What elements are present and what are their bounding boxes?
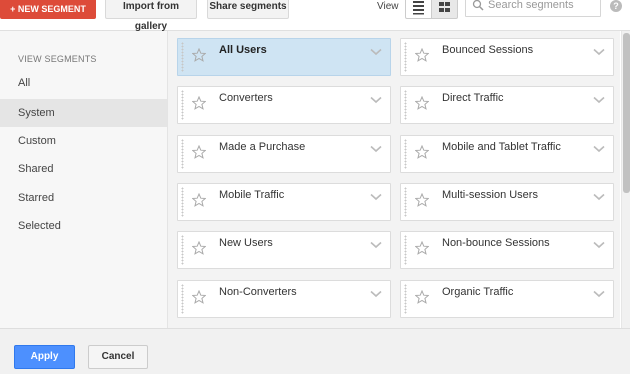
segment-label: Mobile and Tablet Traffic (442, 141, 561, 153)
segment-label: Non-Converters (219, 286, 297, 298)
import-from-gallery-button[interactable]: Import from gallery (105, 0, 197, 32)
share-segments-button[interactable]: Share segments (207, 0, 289, 19)
sidebar-item-starred[interactable]: Starred (0, 184, 167, 212)
help-icon[interactable]: ? (610, 0, 622, 12)
segment-label: Non-bounce Sessions (442, 237, 550, 249)
grid-view-toggle[interactable] (431, 0, 458, 19)
segment-label: Organic Traffic (442, 286, 514, 298)
scrollbar[interactable] (621, 31, 630, 328)
segment-card[interactable]: New Users (177, 231, 391, 269)
sidebar-item-all[interactable]: All (0, 69, 167, 97)
segment-card[interactable]: Direct Traffic (400, 86, 614, 124)
segment-card[interactable]: Organic Traffic (400, 280, 614, 318)
segment-card[interactable]: Bounced Sessions (400, 38, 614, 76)
segment-label: New Users (219, 237, 273, 249)
sidebar-item-system[interactable]: System (0, 99, 167, 127)
apply-button[interactable]: Apply (14, 345, 75, 369)
segment-card[interactable]: Made a Purchase (177, 135, 391, 173)
drag-handle-icon[interactable] (181, 187, 184, 217)
segment-label: Bounced Sessions (442, 44, 534, 56)
segment-label: Mobile Traffic (219, 189, 285, 201)
sidebar-item-custom[interactable]: Custom (0, 127, 167, 155)
segment-card[interactable]: Multi-session Users (400, 183, 614, 221)
segment-label: Converters (219, 92, 273, 104)
view-label: View (377, 1, 399, 12)
segment-card[interactable]: Converters (177, 86, 391, 124)
sidebar-item-selected[interactable]: Selected (0, 212, 167, 240)
list-view-icon (413, 1, 424, 15)
segment-card[interactable]: Non-Converters (177, 280, 391, 318)
search-input[interactable] (488, 0, 596, 13)
sidebar-item-shared[interactable]: Shared (0, 155, 167, 183)
segment-card[interactable]: All Users (177, 38, 391, 76)
segment-card[interactable]: Non-bounce Sessions (400, 231, 614, 269)
segment-grid: All Users Bounced Sessions Converters Direc… (168, 31, 620, 328)
drag-handle-icon[interactable] (404, 90, 407, 120)
new-segment-button[interactable]: + NEW SEGMENT (0, 0, 96, 19)
cancel-button[interactable]: Cancel (88, 345, 148, 369)
segment-label: Made a Purchase (219, 141, 306, 153)
drag-handle-icon[interactable] (181, 42, 184, 72)
footer: Apply Cancel (0, 328, 630, 374)
drag-handle-icon[interactable] (181, 139, 184, 169)
toolbar: + NEW SEGMENT Import from gallery Share … (0, 0, 630, 32)
sidebar-heading: VIEW SEGMENTS (18, 54, 97, 64)
drag-handle-icon[interactable] (181, 235, 184, 265)
search-icon (472, 0, 484, 11)
drag-handle-icon[interactable] (181, 90, 184, 120)
drag-handle-icon[interactable] (404, 139, 407, 169)
grid-view-icon (439, 2, 450, 12)
list-view-toggle[interactable] (405, 0, 432, 19)
segment-card[interactable]: Mobile Traffic (177, 183, 391, 221)
segment-label: Multi-session Users (442, 189, 538, 201)
scrollbar-thumb[interactable] (623, 33, 630, 193)
drag-handle-icon[interactable] (404, 284, 407, 314)
drag-handle-icon[interactable] (181, 284, 184, 314)
segment-filter-sidebar: VIEW SEGMENTS All System Custom Shared S… (0, 31, 168, 328)
segment-label: All Users (219, 44, 267, 56)
segment-label: Direct Traffic (442, 92, 504, 104)
search-box (465, 0, 601, 17)
segment-card[interactable]: Mobile and Tablet Traffic (400, 135, 614, 173)
drag-handle-icon[interactable] (404, 235, 407, 265)
drag-handle-icon[interactable] (404, 187, 407, 217)
drag-handle-icon[interactable] (404, 42, 407, 72)
